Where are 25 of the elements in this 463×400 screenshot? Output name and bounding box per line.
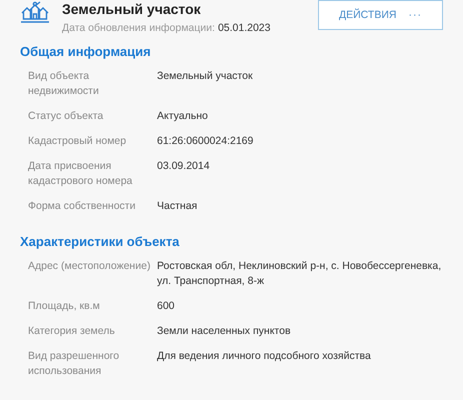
section-title: Характеристики объекта (20, 234, 180, 250)
field-value: Частная (157, 199, 198, 214)
update-date: 05.01.2023 (218, 22, 270, 34)
field-value: Ростовская обл, Неклиновский р-н, с. Новобессергеневка, ул. Транспортная, 8-ж (157, 259, 442, 289)
field-value: Актуально (157, 109, 209, 124)
field-label: Форма собственности (28, 199, 136, 214)
field-label: Категория земель (28, 324, 116, 339)
field-label: Дата присвоения кадастрового номера (28, 159, 134, 189)
field-label: Вид объекта недвижимости (28, 69, 100, 99)
field-value: Земельный участок (157, 69, 254, 84)
field-value: 03.09.2014 (157, 159, 211, 174)
field-value: Земли населенных пунктов (157, 324, 292, 339)
houses-icon (20, 1, 50, 25)
field-label: Площадь, кв.м (28, 299, 101, 314)
field-label: Адрес (местоположение) (28, 259, 152, 274)
object-title: Земельный участок (62, 1, 202, 18)
field-label: Вид разрешенного использования (28, 349, 120, 379)
field-value: 600 (157, 299, 176, 314)
field-value: Для ведения личного подсобного хозяйства (157, 349, 372, 364)
update-date-label: Дата обновления информации: (62, 22, 215, 34)
field-label: Кадастровый номер (28, 134, 128, 149)
field-label: Статус объекта (28, 109, 104, 124)
field-value: 61:26:0600024:2169 (157, 134, 254, 149)
actions-button[interactable]: ДЕЙСТВИЯ ··· (318, 0, 443, 30)
section-title: Общая информация (20, 44, 152, 60)
